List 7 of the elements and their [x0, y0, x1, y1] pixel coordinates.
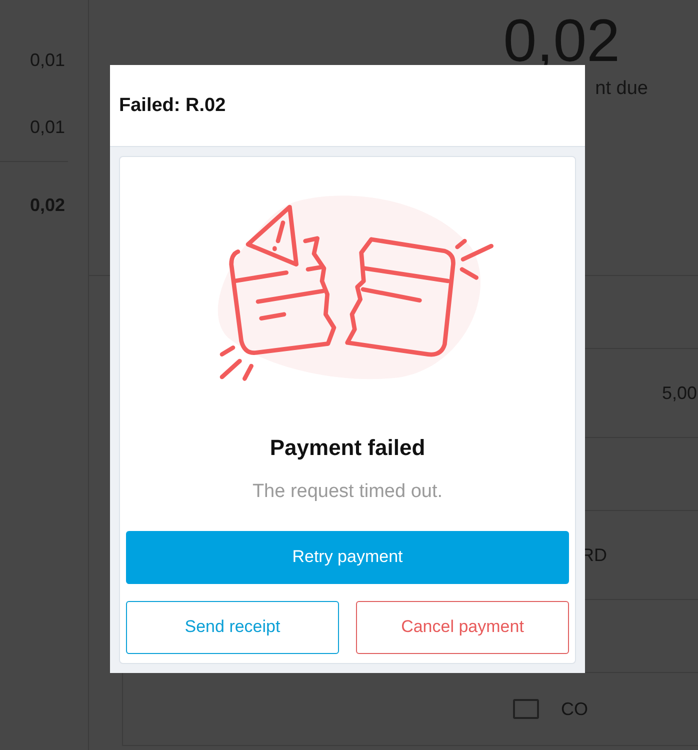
dialog-title: Failed: R.02 — [119, 94, 226, 118]
failure-heading: Payment failed — [270, 434, 426, 462]
retry-button[interactable]: Retry payment — [126, 530, 569, 584]
cancel-button[interactable]: Cancel payment — [356, 600, 569, 654]
send-receipt-button[interactable]: Send receipt — [126, 600, 339, 654]
checkbox[interactable] — [513, 699, 539, 719]
failure-message: The request timed out. — [252, 480, 443, 504]
